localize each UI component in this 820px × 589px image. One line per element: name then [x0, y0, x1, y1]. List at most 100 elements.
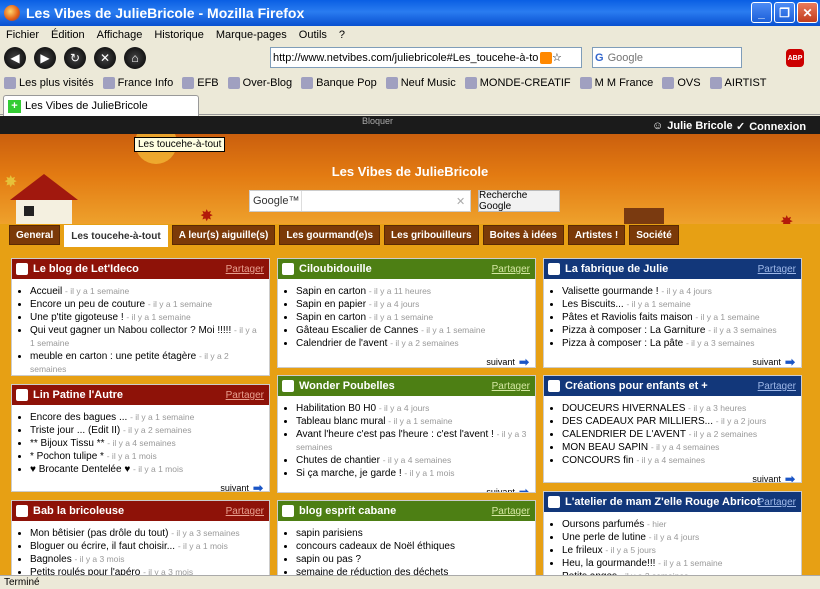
- bookmark-item[interactable]: AIRTIST: [709, 77, 767, 89]
- list-item[interactable]: Petits roulés pour l'apéro - il y a 3 mo…: [30, 566, 261, 575]
- bookmark-item[interactable]: Over-Blog: [227, 77, 292, 89]
- item-title[interactable]: DES CADEAUX PAR MILLIERS...: [562, 416, 713, 427]
- browser-tab[interactable]: + Les Vibes de JulieBricole: [3, 95, 199, 116]
- item-title[interactable]: Triste jour ... (Edit II): [30, 425, 120, 436]
- item-title[interactable]: concours cadeaux de Noël éthiques: [296, 541, 455, 552]
- list-item[interactable]: Encore un peu de couture - il y a 1 sema…: [30, 298, 261, 311]
- google-search-input[interactable]: [306, 193, 456, 209]
- bookmark-star-icon[interactable]: ☆: [552, 51, 562, 64]
- menu-outils[interactable]: Outils: [293, 29, 333, 41]
- item-title[interactable]: Le frileux: [562, 545, 603, 556]
- item-title[interactable]: sapin parisiens: [296, 528, 363, 539]
- reload-icon[interactable]: ↻: [64, 47, 86, 69]
- back-icon[interactable]: ◀: [4, 47, 26, 69]
- item-title[interactable]: Pâtes et Raviolis faits maison: [562, 312, 693, 323]
- bookmark-item[interactable]: EFB: [182, 77, 219, 89]
- google-search-box[interactable]: Google™ ✕: [249, 190, 471, 212]
- widget-header[interactable]: Lin Patine l'Autre Partager: [12, 385, 269, 405]
- tab-societe[interactable]: Société: [629, 225, 679, 245]
- share-link[interactable]: Partager: [758, 264, 796, 275]
- bookmark-item[interactable]: M M France: [579, 77, 653, 89]
- close-button[interactable]: ✕: [797, 2, 818, 23]
- tab-gourmands[interactable]: Les gourmand(e)s: [279, 225, 381, 245]
- item-title[interactable]: Mon bêtisier (pas drôle du tout): [30, 528, 168, 539]
- menu-historique[interactable]: Historique: [148, 29, 210, 41]
- list-item[interactable]: concours cadeaux de Noël éthiques: [296, 540, 527, 553]
- item-title[interactable]: Si ça marche, je garde !: [296, 468, 402, 479]
- forward-icon[interactable]: ▶: [34, 47, 56, 69]
- list-item[interactable]: Qui veut gagner un Nabou collector ? Moi…: [30, 324, 261, 350]
- bloquer-label[interactable]: Bloquer: [362, 116, 393, 126]
- item-title[interactable]: meuble en carton : une petite étagère: [30, 351, 196, 362]
- bookmark-item[interactable]: Banque Pop: [301, 77, 377, 89]
- widget-header[interactable]: Wonder Poubelles Partager: [278, 376, 535, 396]
- user-menu[interactable]: ☺ Julie Bricole: [652, 120, 733, 132]
- list-item[interactable]: Bagnoles - il y a 3 mois: [30, 553, 261, 566]
- item-title[interactable]: DOUCEURS HIVERNALES: [562, 403, 685, 414]
- bookmark-item[interactable]: MONDE-CREATIF: [464, 77, 571, 89]
- clear-icon[interactable]: ✕: [456, 195, 465, 208]
- adblock-icon[interactable]: ABP: [786, 49, 804, 67]
- share-link[interactable]: Partager: [492, 506, 530, 517]
- item-title[interactable]: semaine de réduction des déchets: [296, 567, 448, 575]
- tab-artistes[interactable]: Artistes !: [567, 225, 626, 245]
- list-item[interactable]: Sapin en carton - il y a 11 heures: [296, 285, 527, 298]
- list-item[interactable]: * Pochon tulipe * - il y a 1 mois: [30, 450, 261, 463]
- widget-header[interactable]: La fabrique de Julie Partager: [544, 259, 801, 279]
- minimize-button[interactable]: _: [751, 2, 772, 23]
- list-item[interactable]: Accueil - il y a 1 semaine: [30, 285, 261, 298]
- tab-gribouilleurs[interactable]: Les gribouilleurs: [384, 225, 479, 245]
- item-title[interactable]: Une perle de lutine: [562, 532, 646, 543]
- list-item[interactable]: sapin parisiens: [296, 527, 527, 540]
- list-item[interactable]: Chutes de chantier - il y a 4 semaines: [296, 454, 527, 467]
- list-item[interactable]: Bloguer ou écrire, il faut choisir... - …: [30, 540, 261, 553]
- tab-boites-a-idees[interactable]: Boites à idées: [482, 225, 564, 245]
- home-icon[interactable]: ⌂: [124, 47, 146, 69]
- next-link[interactable]: suivant ➡: [278, 354, 535, 367]
- widget-header[interactable]: blog esprit cabane Partager: [278, 501, 535, 521]
- menu-help[interactable]: ?: [333, 29, 351, 41]
- tab-aiguilles[interactable]: A leur(s) aiguille(s): [171, 225, 276, 245]
- list-item[interactable]: Si ça marche, je garde ! - il y a 1 mois: [296, 467, 527, 480]
- item-title[interactable]: Bloguer ou écrire, il faut choisir...: [30, 541, 175, 552]
- item-title[interactable]: Accueil: [30, 286, 62, 297]
- item-title[interactable]: Sapin en papier: [296, 299, 366, 310]
- bookmark-item[interactable]: OVS: [662, 77, 701, 89]
- list-item[interactable]: Pizza à composer : La Garniture - il y a…: [562, 324, 793, 337]
- widget-header[interactable]: L'atelier de mam Z'elle Rouge Abricot Par…: [544, 492, 801, 512]
- item-title[interactable]: Oursons parfumés: [562, 519, 644, 530]
- item-title[interactable]: MON BEAU SAPIN: [562, 442, 648, 453]
- share-link[interactable]: Partager: [226, 506, 264, 517]
- item-title[interactable]: Tableau blanc mural: [296, 416, 386, 427]
- list-item[interactable]: Pizza à composer : La pâte - il y a 3 se…: [562, 337, 793, 350]
- list-item[interactable]: CALENDRIER DE L'AVENT - il y a 2 semaine…: [562, 428, 793, 441]
- list-item[interactable]: ** Bijoux Tissu ** - il y a 4 semaines: [30, 437, 261, 450]
- item-title[interactable]: Petits roulés pour l'apéro: [30, 567, 140, 575]
- widget-header[interactable]: Ciloubidouille Partager: [278, 259, 535, 279]
- list-item[interactable]: semaine de réduction des déchets: [296, 566, 527, 575]
- list-item[interactable]: Oursons parfumés - hier: [562, 518, 793, 531]
- tab-general[interactable]: General: [9, 225, 61, 245]
- item-title[interactable]: Les Biscuits...: [562, 299, 624, 310]
- bookmark-item[interactable]: Les plus visités: [4, 77, 94, 89]
- item-title[interactable]: ♥ Brocante Dentelée ♥: [30, 464, 130, 475]
- widget-header[interactable]: Créations pour enfants et + Partager: [544, 376, 801, 396]
- rss-icon[interactable]: [540, 51, 552, 64]
- google-search-button[interactable]: Recherche Google: [478, 190, 560, 212]
- widget-header[interactable]: Bab la bricoleuse Partager: [12, 501, 269, 521]
- item-title[interactable]: Une p'tite gigoteuse !: [30, 312, 124, 323]
- search-input[interactable]: [607, 51, 728, 64]
- next-link[interactable]: suivant ➡: [544, 471, 801, 482]
- item-title[interactable]: Calendrier de l'avent: [296, 338, 387, 349]
- url-bar[interactable]: ☆: [270, 47, 582, 68]
- list-item[interactable]: Sapin en carton - il y a 1 semaine: [296, 311, 527, 324]
- list-item[interactable]: Une perle de lutine - il y a 4 jours: [562, 531, 793, 544]
- maximize-button[interactable]: ❐: [774, 2, 795, 23]
- list-item[interactable]: Une p'tite gigoteuse ! - il y a 1 semain…: [30, 311, 261, 324]
- bookmark-item[interactable]: Neuf Music: [385, 77, 456, 89]
- list-item[interactable]: Sapin en papier - il y a 4 jours: [296, 298, 527, 311]
- item-title[interactable]: Sapin en carton: [296, 286, 366, 297]
- list-item[interactable]: Heu, la gourmande!!! - il y a 1 semaine: [562, 557, 793, 570]
- list-item[interactable]: Avant l'heure c'est pas l'heure : c'est …: [296, 428, 527, 454]
- google-engine-icon[interactable]: G: [595, 52, 604, 64]
